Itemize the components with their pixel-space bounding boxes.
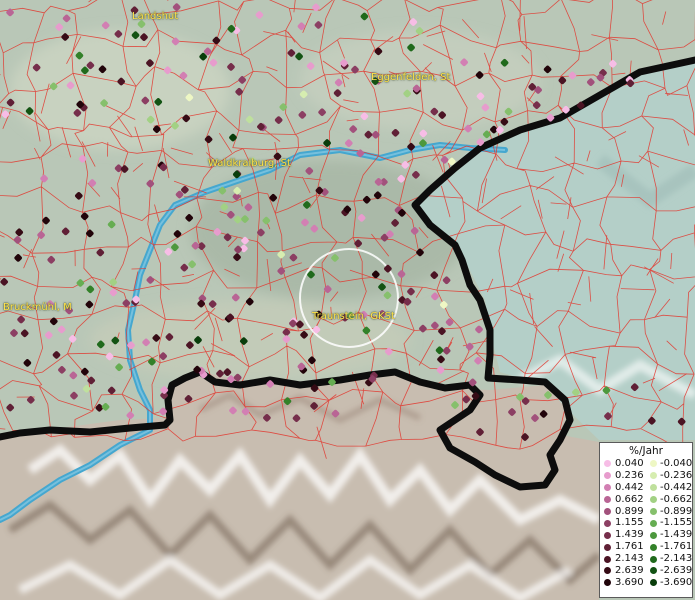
legend-row: 0.040 -0.040	[600, 458, 692, 470]
legend-row: 0.899 -0.899	[600, 506, 692, 518]
legend-swatch-positive	[604, 484, 611, 492]
legend-row: 1.761 -1.761	[600, 541, 692, 553]
legend-swatch-negative	[650, 567, 657, 575]
legend-value-positive: 1.155	[615, 517, 644, 529]
legend-value-negative: -2.143	[660, 553, 693, 565]
place-label-bruckmuehl[interactable]: Bruckmühl, M	[3, 302, 72, 313]
legend-row: 3.690 -3.690	[600, 577, 692, 589]
legend-row: 2.143 -2.143	[600, 553, 692, 565]
legend-swatch-negative	[650, 507, 657, 515]
legend-value-negative: -0.236	[660, 469, 693, 481]
legend-value-negative: -3.690	[660, 576, 693, 588]
legend-value-negative: -1.439	[660, 529, 693, 541]
legend-value-positive: 3.690	[615, 576, 644, 588]
legend-row: 1.439 -1.439	[600, 529, 692, 541]
legend-value-negative: -0.662	[660, 493, 693, 505]
legend-value-positive: 1.439	[615, 529, 644, 541]
legend-swatch-positive	[604, 460, 611, 468]
legend-value-positive: 1.761	[615, 541, 644, 553]
legend-swatch-positive	[604, 579, 611, 587]
legend-swatch-negative	[650, 555, 657, 563]
legend-swatch-positive	[604, 531, 611, 539]
legend-swatch-positive	[604, 519, 611, 527]
legend-value-negative: -0.442	[660, 481, 693, 493]
place-label-landshut[interactable]: Landshut	[132, 11, 178, 22]
place-label-eggenfelden[interactable]: Eggenfelden, St	[371, 72, 450, 83]
legend-row: 0.662 -0.662	[600, 494, 692, 506]
legend-row: 0.442 -0.442	[600, 482, 692, 494]
legend-value-positive: 0.899	[615, 505, 644, 517]
legend-title: %/Jahr	[628, 445, 664, 457]
legend-value-negative: -1.155	[660, 517, 693, 529]
legend-swatch-negative	[650, 531, 657, 539]
legend-rows: 0.040 -0.040 0.236 -0.236 0.442 -0.442 0.662 -0…	[600, 458, 692, 589]
place-label-traunstein[interactable]: Traunstein, GKSt	[312, 311, 395, 322]
legend-value-negative: -2.639	[660, 565, 693, 577]
legend-swatch-negative	[650, 472, 657, 480]
legend-swatch-negative	[650, 496, 657, 504]
legend-value-negative: -0.040	[660, 458, 693, 469]
legend-swatch-negative	[650, 543, 657, 551]
legend-row: 1.155 -1.155	[600, 517, 692, 529]
legend-swatch-positive	[604, 567, 611, 575]
legend: %/Jahr 0.040 -0.040 0.236 -0.236 0.442 -0.442…	[599, 442, 693, 598]
legend-row: 0.236 -0.236	[600, 470, 692, 482]
legend-value-negative: -0.899	[660, 505, 693, 517]
legend-value-positive: 0.442	[615, 481, 644, 493]
place-label-waldkraiburg[interactable]: Waldkraiburg, St	[208, 158, 291, 169]
legend-swatch-negative	[650, 579, 657, 587]
map-canvas	[0, 0, 695, 600]
legend-value-positive: 0.040	[615, 458, 644, 469]
legend-value-positive: 2.639	[615, 565, 644, 577]
legend-swatch-positive	[604, 543, 611, 551]
legend-swatch-negative	[650, 460, 657, 468]
legend-value-positive: 2.143	[615, 553, 644, 565]
legend-row: 2.639 -2.639	[600, 565, 692, 577]
legend-value-positive: 0.236	[615, 469, 644, 481]
map-view[interactable]: Landshut Eggenfelden, St Waldkraiburg, S…	[0, 0, 695, 600]
legend-swatch-negative	[650, 519, 657, 527]
legend-swatch-positive	[604, 472, 611, 480]
legend-swatch-positive	[604, 507, 611, 515]
legend-swatch-positive	[604, 496, 611, 504]
legend-value-negative: -1.761	[660, 541, 693, 553]
legend-value-positive: 0.662	[615, 493, 644, 505]
legend-swatch-negative	[650, 484, 657, 492]
legend-swatch-positive	[604, 555, 611, 563]
